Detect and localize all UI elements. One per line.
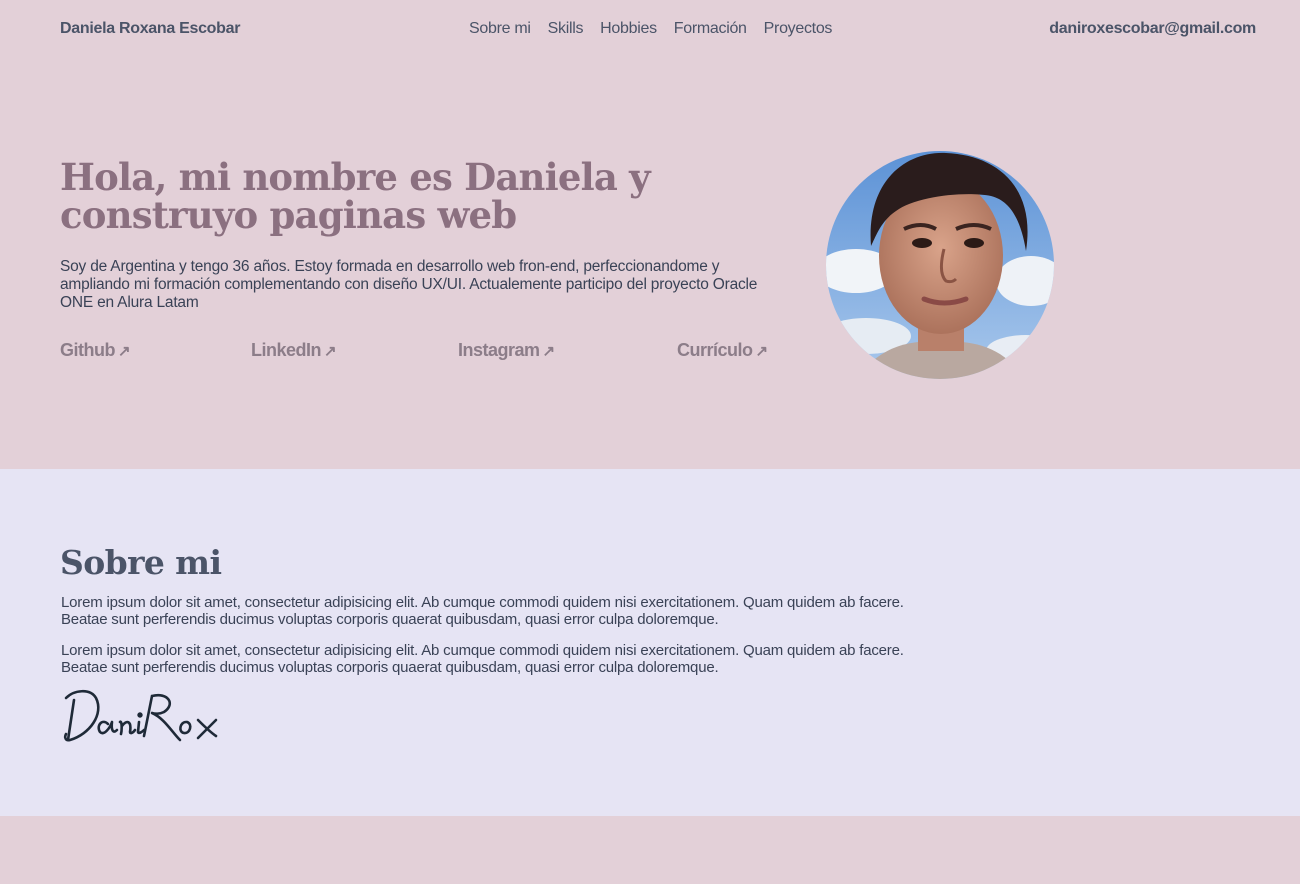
nav-link-skills[interactable]: Skills: [548, 20, 584, 38]
main-nav: Sobre mi Skills Hobbies Formación Proyec…: [469, 20, 832, 38]
linkedin-link[interactable]: LinkedIn ↗: [251, 340, 337, 361]
instagram-link[interactable]: Instagram ↗: [458, 340, 555, 361]
nav-link-formacion[interactable]: Formación: [674, 20, 747, 38]
curriculum-link[interactable]: Currículo ↗: [677, 340, 768, 361]
nav-link-hobbies[interactable]: Hobbies: [600, 20, 657, 38]
nav-link-proyectos[interactable]: Proyectos: [764, 20, 833, 38]
about-title: Sobre mi: [60, 543, 222, 582]
instagram-link-label: Instagram: [458, 340, 540, 360]
about-section: Sobre mi Lorem ipsum dolor sit amet, con…: [0, 469, 1300, 816]
profile-photo: [826, 151, 1054, 379]
linkedin-link-label: LinkedIn: [251, 340, 322, 360]
brand-name[interactable]: Daniela Roxana Escobar: [60, 20, 240, 38]
hero-description: Soy de Argentina y tengo 36 años. Estoy …: [60, 258, 758, 311]
arrow-up-right-icon: ↗: [755, 343, 769, 360]
signature-logo: [60, 684, 230, 751]
social-links: Github ↗ LinkedIn ↗ Instagram ↗ Currículo ↗: [60, 340, 768, 366]
about-paragraph: Lorem ipsum dolor sit amet, consectetur …: [61, 642, 904, 676]
curriculum-link-label: Currículo: [677, 340, 753, 360]
nav-link-sobre-mi[interactable]: Sobre mi: [469, 20, 531, 38]
site-header: Daniela Roxana Escobar Sobre mi Skills H…: [0, 0, 1300, 62]
arrow-up-right-icon: ↗: [117, 343, 131, 360]
signature-image: [63, 689, 218, 742]
profile-photo-image: [826, 151, 1054, 379]
arrow-up-right-icon: ↗: [542, 343, 556, 360]
hero-title: Hola, mi nombre es Daniela y construyo p…: [60, 155, 651, 237]
github-link[interactable]: Github ↗: [60, 340, 131, 361]
github-link-label: Github: [60, 340, 115, 360]
about-paragraph: Lorem ipsum dolor sit amet, consectetur …: [61, 594, 904, 628]
contact-email[interactable]: daniroxescobar@gmail.com: [1049, 20, 1256, 38]
arrow-up-right-icon: ↗: [324, 343, 337, 360]
